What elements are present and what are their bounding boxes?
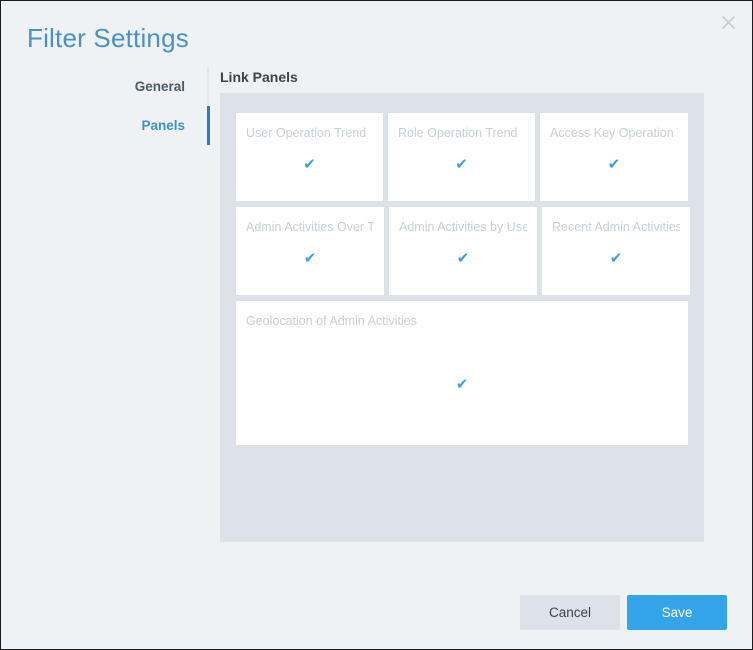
page-title: Filter Settings <box>27 23 189 54</box>
panel-card-title: Role Operation Trend <box>398 126 525 141</box>
panel-card-title: User Operation Trend <box>246 126 373 141</box>
panel-card-recent-admin-activities[interactable]: Recent Admin Activities ✔ <box>542 207 690 295</box>
check-icon: ✔ <box>542 251 690 266</box>
tab-general-label: General <box>135 79 185 94</box>
check-icon: ✔ <box>389 251 537 266</box>
panel-card-role-operation-trend[interactable]: Role Operation Trend ✔ <box>388 113 535 201</box>
tab-panels-label: Panels <box>141 118 185 133</box>
link-panels-grid: User Operation Trend ✔ Role Operation Tr… <box>220 93 704 542</box>
save-button[interactable]: Save <box>627 595 727 630</box>
cancel-button[interactable]: Cancel <box>520 595 620 630</box>
panel-card-title: Recent Admin Activities <box>552 220 680 235</box>
panel-card-title: Access Key Operation T… <box>550 126 678 141</box>
panel-row: User Operation Trend ✔ Role Operation Tr… <box>236 113 688 201</box>
panel-card-access-key-operation-trend[interactable]: Access Key Operation T… ✔ <box>540 113 688 201</box>
panel-card-title: Admin Activities Over Ti… <box>246 220 374 235</box>
panel-card-title: Geolocation of Admin Activities <box>246 314 678 329</box>
panel-card-user-operation-trend[interactable]: User Operation Trend ✔ <box>236 113 383 201</box>
panel-row: Admin Activities Over Ti… ✔ Admin Activi… <box>236 207 688 295</box>
check-icon: ✔ <box>388 157 535 172</box>
dialog-footer: Cancel Save <box>1 582 752 649</box>
panel-card-title: Admin Activities by Use… <box>399 220 527 235</box>
active-tab-indicator <box>207 106 210 145</box>
close-icon[interactable] <box>715 9 741 35</box>
check-icon: ✔ <box>236 251 384 266</box>
check-icon: ✔ <box>236 157 383 172</box>
panel-row: Geolocation of Admin Activities ✔ <box>236 301 688 445</box>
panel-card-geolocation-of-admin-activities[interactable]: Geolocation of Admin Activities ✔ <box>236 301 688 445</box>
filter-settings-dialog: Filter Settings General Panels Link Pane… <box>0 0 753 650</box>
check-icon: ✔ <box>236 377 688 392</box>
settings-tab-list: General Panels <box>1 67 209 145</box>
section-title: Link Panels <box>220 69 298 85</box>
tab-general[interactable]: General <box>35 67 185 106</box>
panel-card-admin-activities-by-user[interactable]: Admin Activities by Use… ✔ <box>389 207 537 295</box>
check-icon: ✔ <box>540 157 688 172</box>
panel-card-admin-activities-over-time[interactable]: Admin Activities Over Ti… ✔ <box>236 207 384 295</box>
tab-panels[interactable]: Panels <box>35 106 185 145</box>
